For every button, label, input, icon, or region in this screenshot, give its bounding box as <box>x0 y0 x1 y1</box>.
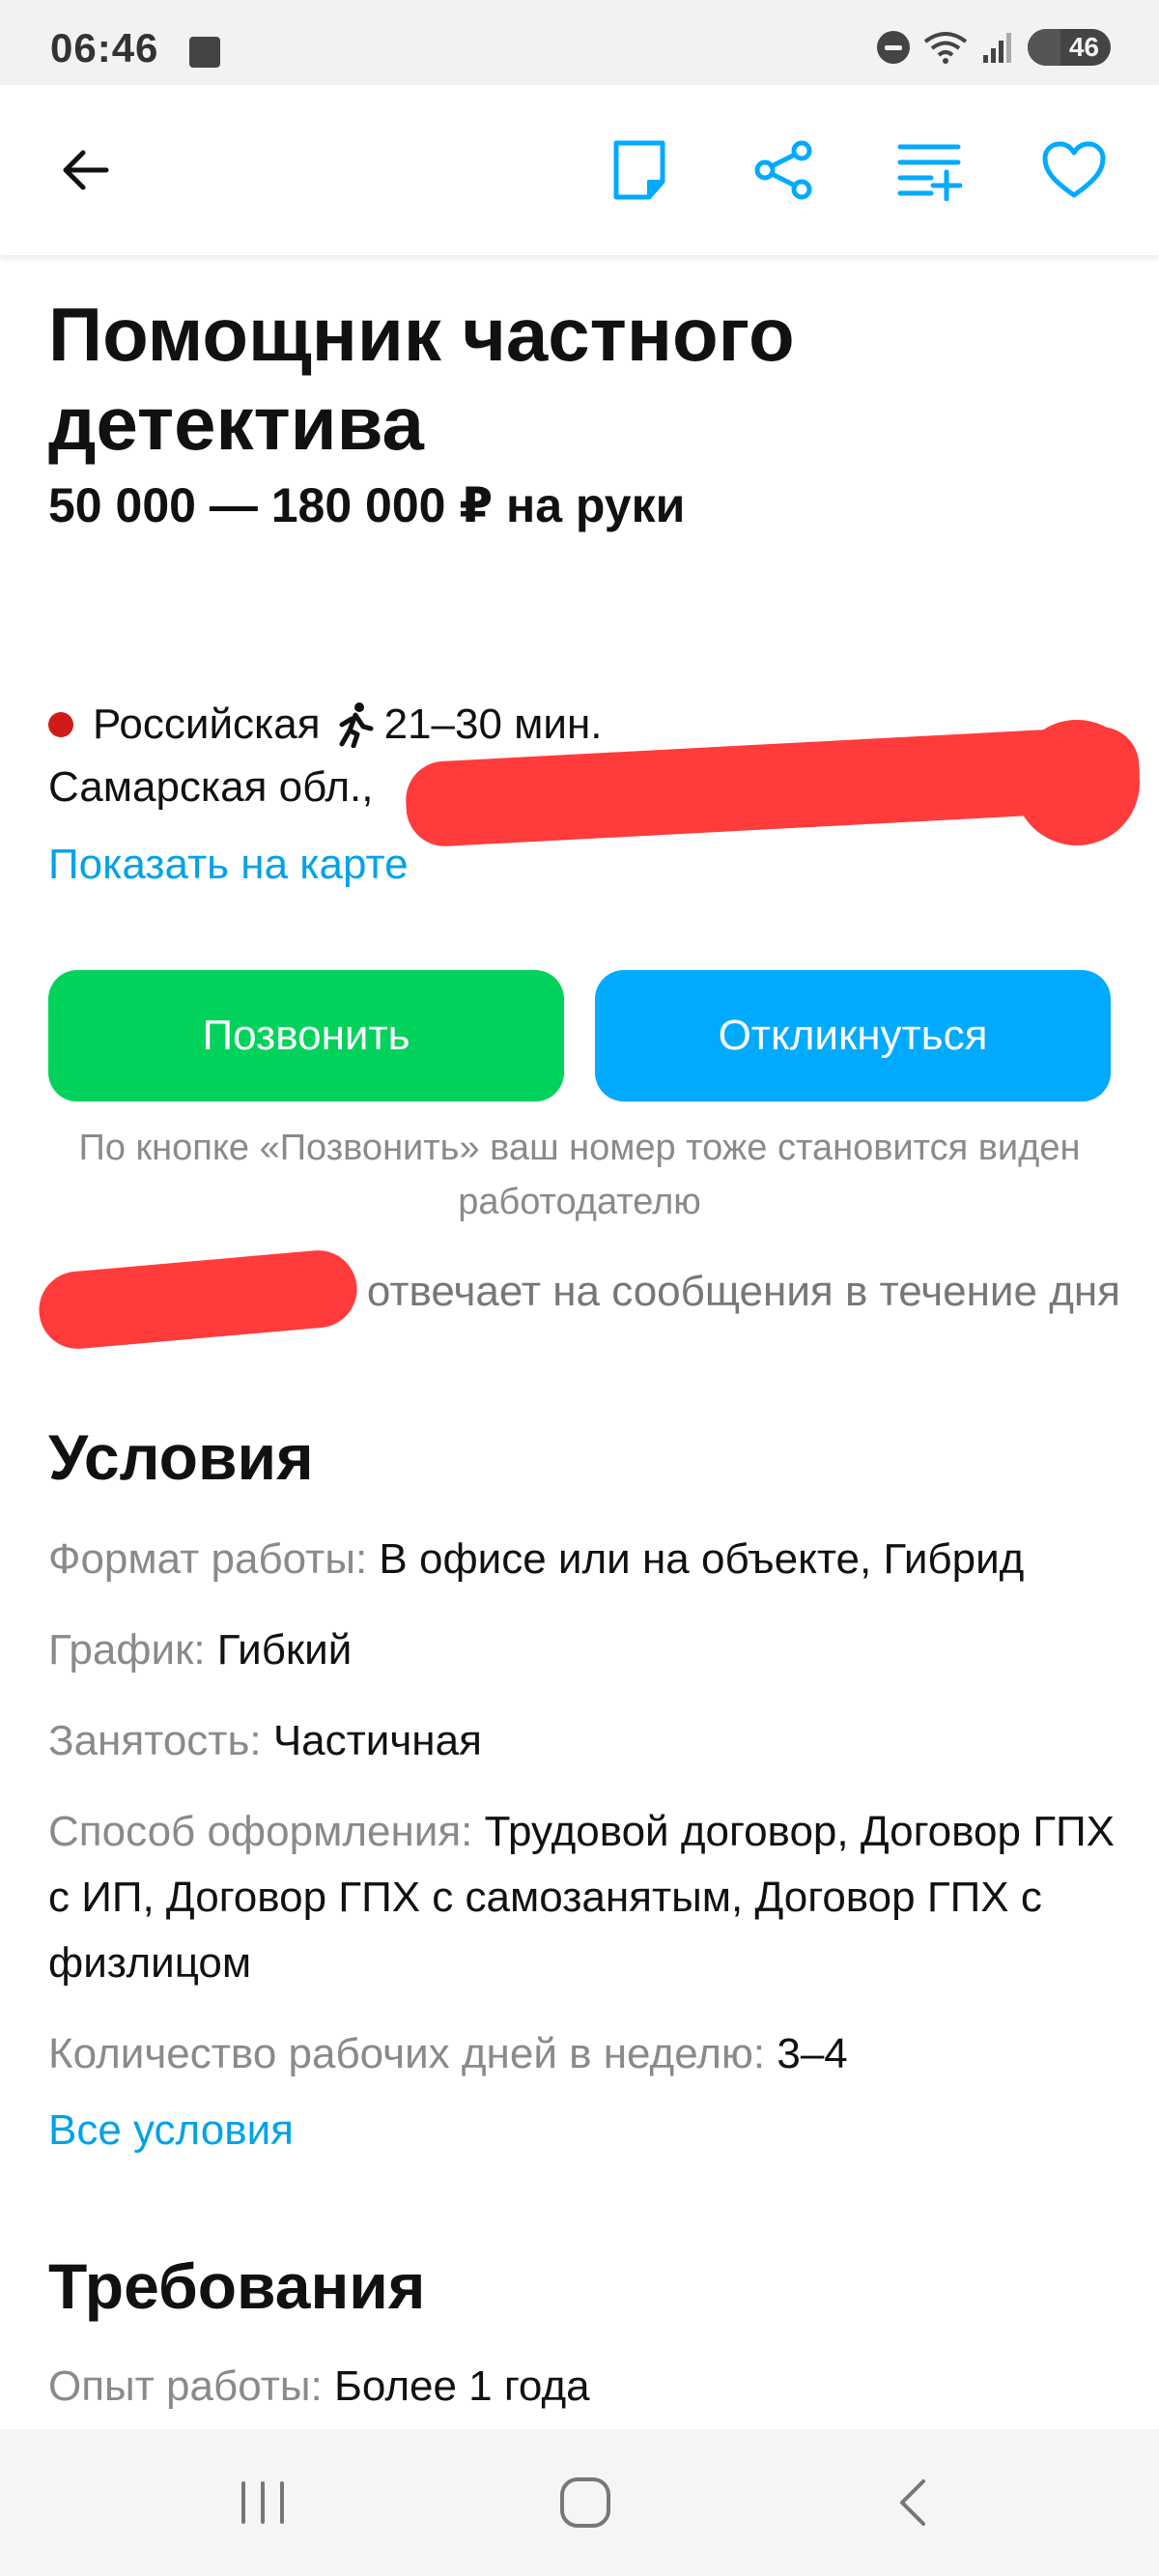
condition-row: Количество рабочих дней в неделю: 3–4 <box>48 2021 1120 2087</box>
condition-row: График: Гибкий <box>48 1617 1120 1683</box>
compare-button[interactable] <box>894 135 964 205</box>
home-button[interactable] <box>547 2468 624 2537</box>
arrow-left-icon <box>63 150 109 190</box>
call-note: По кнопке «Позвонить» ваш номер тоже ста… <box>78 1128 1081 1222</box>
status-bar: 06:46 46 <box>0 0 1159 85</box>
share-button[interactable] <box>749 135 819 205</box>
notification-check-icon <box>189 37 220 68</box>
system-back-button[interactable] <box>875 2468 952 2537</box>
condition-label: График: <box>48 1626 206 1674</box>
walk-time: 21–30 мин. <box>383 701 603 748</box>
recent-apps-icon <box>241 2481 284 2524</box>
metro-station: Российская <box>93 701 321 748</box>
battery-icon: 46 <box>1028 29 1111 66</box>
condition-row: Способ оформления: Трудовой договор, Дог… <box>48 1799 1120 1996</box>
note-icon <box>613 140 665 200</box>
metro-dot-icon <box>48 712 73 737</box>
action-buttons: Позвонить Откликнуться <box>48 970 1111 1102</box>
condition-row: Занятость: Частичная <box>48 1708 1120 1774</box>
signal-icon <box>983 33 1011 63</box>
condition-label: Формат работы: <box>48 1535 368 1583</box>
compare-list-icon <box>897 144 962 201</box>
conditions-list: Формат работы: В офисе или на объекте, Г… <box>48 1527 1120 2087</box>
status-icons: 46 <box>877 29 1111 66</box>
show-on-map-link[interactable]: Показать на карте <box>48 841 1120 889</box>
condition-row: Формат работы: В офисе или на объекте, Г… <box>48 1527 1120 1592</box>
home-icon <box>560 2477 610 2528</box>
favorite-button[interactable] <box>1039 135 1109 205</box>
condition-value: Гибкий <box>216 1626 353 1674</box>
requirement-row: Опыт работы: Более 1 года <box>48 2354 1120 2419</box>
reply-button[interactable]: Откликнуться <box>595 970 1111 1102</box>
recent-apps-button[interactable] <box>224 2468 301 2537</box>
requirement-label: Опыт работы: <box>48 2362 323 2410</box>
vacancy-header: Помощник частного детектива 50 000 — 180… <box>48 290 1120 533</box>
condition-value: Частичная <box>272 1717 482 1764</box>
salary: 50 000 — 180 000 ₽ на руки <box>48 478 686 532</box>
requirements-title: Требования <box>48 2250 426 2322</box>
conditions-section: Условия Формат работы: В офисе или на об… <box>48 1420 1120 2155</box>
status-time: 06:46 <box>50 25 159 71</box>
heart-icon <box>1042 141 1106 198</box>
wifi-icon <box>923 32 968 64</box>
requirement-value: Более 1 года <box>333 2362 590 2410</box>
redaction-mark <box>36 1246 360 1353</box>
chevron-left-icon <box>900 2479 925 2526</box>
condition-value: 3–4 <box>777 2030 848 2077</box>
condition-label: Количество рабочих дней в неделю: <box>48 2030 766 2077</box>
do-not-disturb-icon <box>877 31 910 64</box>
conditions-title: Условия <box>48 1421 314 1493</box>
call-button[interactable]: Позвонить <box>48 970 564 1102</box>
battery-level: 46 <box>1068 32 1099 62</box>
requirements-section: Требования Опыт работы: Более 1 года <box>48 2249 1120 2419</box>
condition-value: В офисе или на объекте, Гибрид <box>379 1535 1025 1583</box>
condition-label: Занятость: <box>48 1717 262 1764</box>
all-conditions-link[interactable]: Все условия <box>48 2106 1120 2155</box>
share-icon <box>754 140 812 200</box>
walking-person-icon <box>336 701 375 748</box>
add-note-button[interactable] <box>605 135 674 205</box>
app-header <box>0 85 1159 255</box>
job-title: Помощник частного детектива <box>48 292 795 466</box>
back-button[interactable] <box>50 135 120 205</box>
system-nav-bar <box>0 2429 1159 2576</box>
condition-label: Способ оформления: <box>48 1808 473 1855</box>
redaction-mark <box>1014 720 1140 845</box>
